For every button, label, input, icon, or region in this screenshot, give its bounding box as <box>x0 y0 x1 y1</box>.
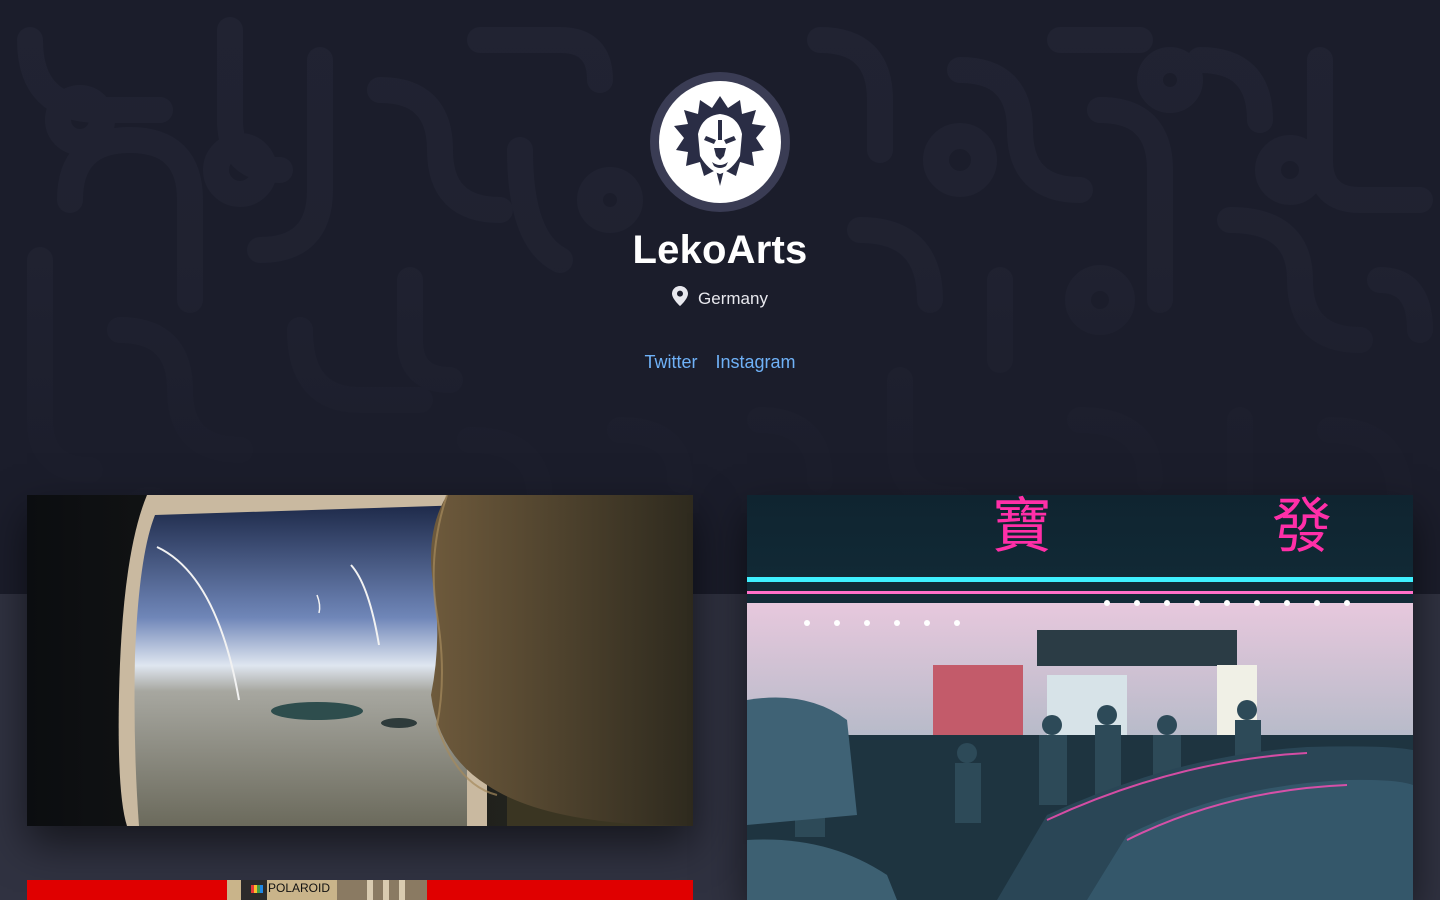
lion-logo-icon <box>659 81 781 203</box>
social-links: Twitter Instagram <box>0 352 1440 373</box>
gallery-image: POLAROID <box>27 880 693 900</box>
neon-sign-text: 寶發 <box>992 495 1413 562</box>
gallery-item-polaroid[interactable]: POLAROID <box>27 880 693 900</box>
instagram-link[interactable]: Instagram <box>715 352 795 373</box>
avatar <box>650 72 790 212</box>
gallery-image <box>27 495 693 826</box>
location-row: Germany <box>0 286 1440 311</box>
gallery-image: 寶發 <box>747 495 1413 900</box>
location-label: Germany <box>698 288 768 308</box>
polaroid-brand-text: POLAROID <box>268 881 330 895</box>
twitter-link[interactable]: Twitter <box>644 352 697 373</box>
location-pin-icon <box>672 286 689 311</box>
profile-name: LekoArts <box>632 228 808 272</box>
gallery-item-airplane-window[interactable] <box>27 495 693 826</box>
gallery-item-neon-street[interactable]: 寶發 <box>747 495 1413 900</box>
